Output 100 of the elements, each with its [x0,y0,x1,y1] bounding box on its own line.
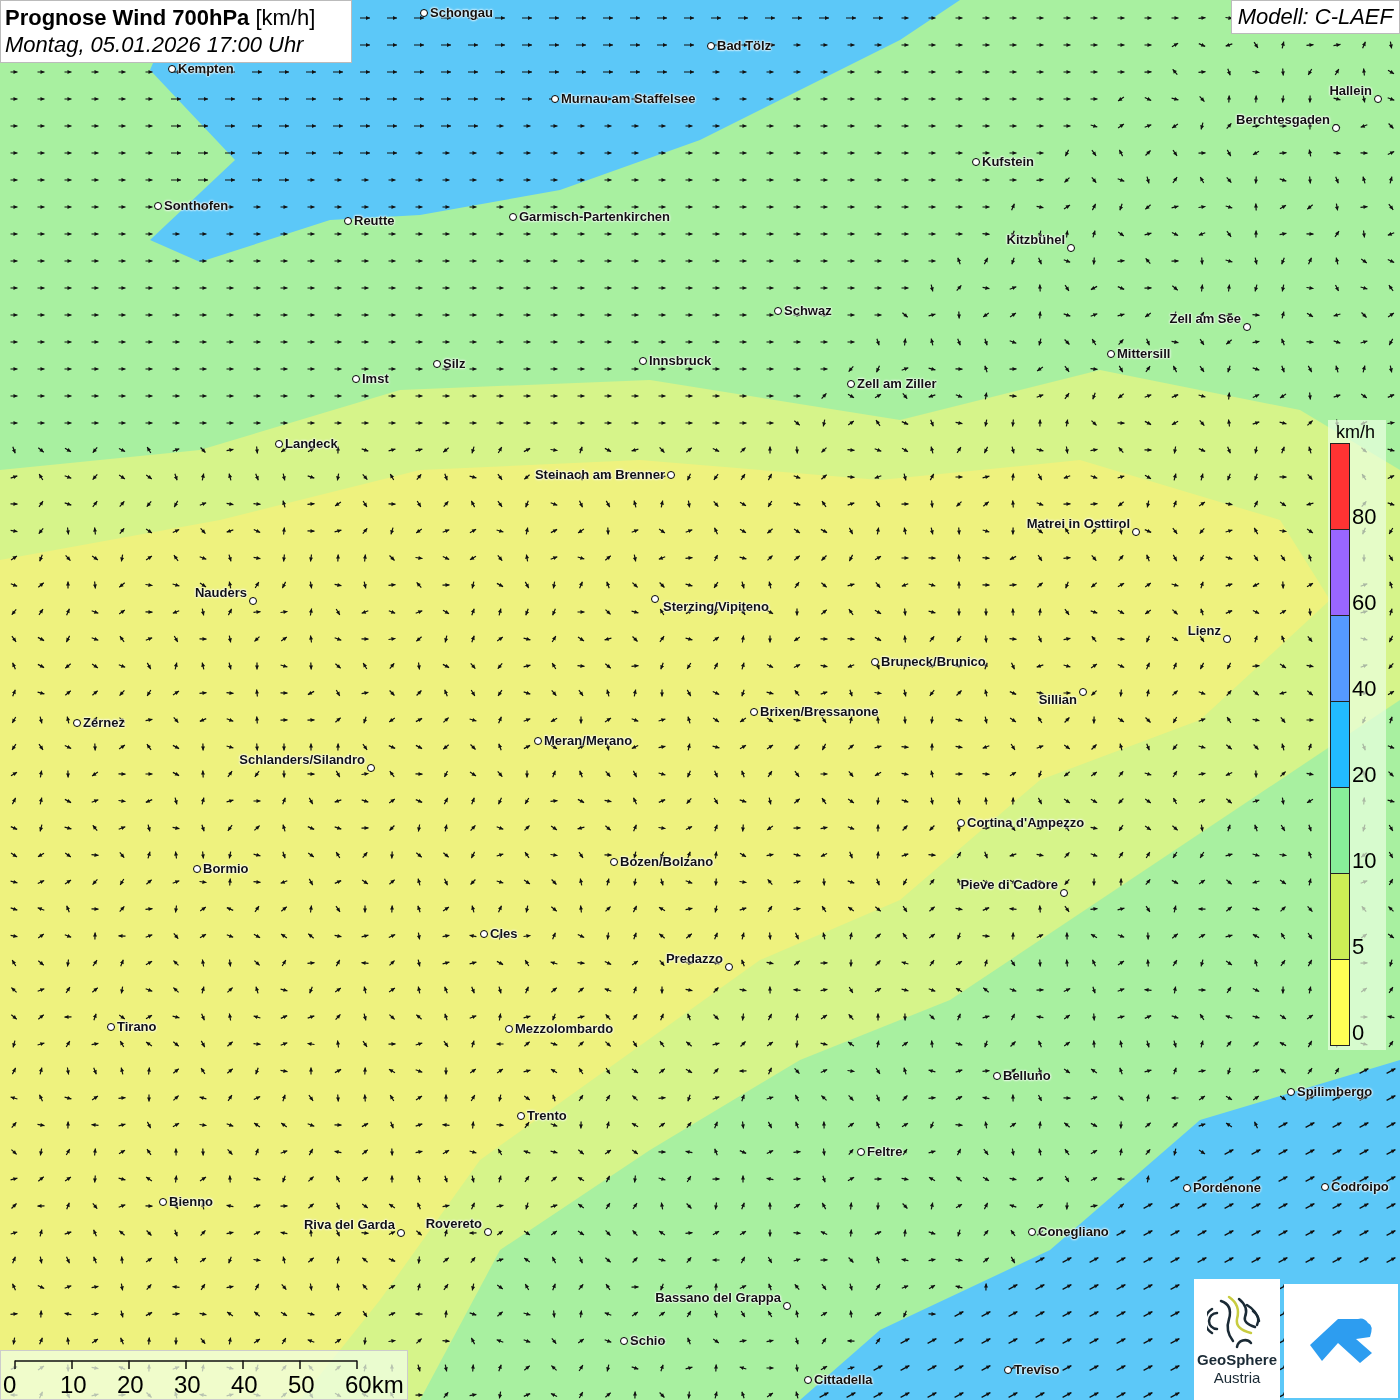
city-marker [397,1229,405,1237]
city-label: Bozen/Bolzano [620,854,714,869]
city-marker [505,1025,513,1033]
city-label: Pordenone [1193,1180,1261,1195]
city-marker [610,858,618,866]
city-label: Imst [362,371,389,386]
city-label: Sterzing/Vipiteno [663,599,769,614]
city-marker [1374,95,1382,103]
city-label: Mezzolombardo [515,1021,614,1036]
city-label: Silz [443,356,466,371]
city-marker [620,1337,628,1345]
city-label: Matrei in Osttirol [1026,516,1130,531]
city-label: Conegliano [1038,1224,1109,1239]
city-label: Zernez [83,715,125,730]
city-marker [344,217,352,225]
city-marker [551,95,559,103]
city-label: Reutte [354,213,395,228]
city-marker [420,9,428,17]
city-label: Mittersill [1117,346,1171,361]
city-marker [249,597,257,605]
city-label: Meran/Merano [544,733,633,748]
city-label: Sillian [1038,692,1077,707]
city-marker [1243,323,1251,331]
legend-value: 5 [1352,936,1365,958]
city-marker [1004,1366,1012,1374]
city-label: Cittadella [814,1372,873,1387]
city-label: Sonthofen [164,198,229,213]
city-marker [1287,1088,1295,1096]
city-label: Murnau am Staffelsee [561,91,696,106]
city-label: Lienz [1187,623,1221,638]
city-marker [639,357,647,365]
brand-name: GeoSphere [1197,1351,1277,1369]
city-label: Rovereto [425,1216,482,1231]
scale-value: 50 [288,1371,315,1399]
city-marker [517,1112,525,1120]
forecast-time: Montag, 05.01.2026 17:00 Uhr [5,32,305,58]
city-marker [484,1228,492,1236]
city-marker [972,158,980,166]
brand-country: Austria [1213,1369,1261,1387]
city-label: Cles [490,926,518,941]
city-marker [73,719,81,727]
city-marker [725,963,733,971]
city-marker [804,1376,812,1384]
city-label: Bassano del Grappa [655,1290,781,1305]
city-marker [1107,350,1115,358]
city-marker [871,658,879,666]
city-label: Brixen/Bressanone [760,704,879,719]
city-marker [193,865,201,873]
city-marker [154,202,162,210]
city-label: Garmisch-Partenkirchen [519,209,670,224]
city-marker [857,1148,865,1156]
legend-value: 40 [1352,678,1377,700]
city-label: Hallein [1329,83,1372,98]
city-label: Tirano [117,1019,157,1034]
scale-value: 30 [174,1371,201,1399]
city-marker [750,708,758,716]
city-marker [1060,889,1068,897]
city-marker [774,307,782,315]
city-marker [1067,244,1075,252]
city-marker [275,440,283,448]
city-marker [367,764,375,772]
city-marker [651,595,659,603]
city-label: Kempten [178,61,234,76]
scale-value: 0 [3,1371,17,1399]
scale-value: 10 [60,1371,87,1399]
city-label: Bormio [203,861,249,876]
city-marker [168,65,176,73]
city-marker [1223,635,1231,643]
city-label: Bienno [169,1194,214,1209]
city-marker [534,737,542,745]
city-marker [509,213,517,221]
city-label: Belluno [1003,1068,1051,1083]
city-label: Schlanders/Silandro [239,752,365,767]
scale-value: 20 [117,1371,144,1399]
city-label: Feltre [867,1144,903,1159]
city-label: Nauders [194,585,247,600]
city-label: Bruneck/Brunico [881,654,986,669]
city-marker [783,1302,791,1310]
legend-unit: km/h [1336,421,1375,444]
city-label: Spilimbergo [1297,1084,1373,1099]
city-marker [847,380,855,388]
city-marker [1028,1228,1036,1236]
city-label: Zell am See [1169,311,1241,326]
city-label: Pieve di Cadore [960,877,1058,892]
city-label: Codroipo [1331,1179,1389,1194]
city-marker [957,819,965,827]
city-label: Innsbruck [649,353,712,368]
city-label: Zell am Ziller [857,376,937,391]
city-marker [1132,528,1140,536]
legend-value: 20 [1352,764,1377,786]
city-marker [352,375,360,383]
city-marker [1079,688,1087,696]
city-marker [107,1023,115,1031]
legend-value: 0 [1352,1022,1365,1044]
city-label: Berchtesgaden [1236,112,1330,127]
city-marker [1321,1183,1329,1191]
city-marker [667,471,675,479]
legend-value: 10 [1352,850,1377,872]
city-marker [480,930,488,938]
city-label: Riva del Garda [303,1217,395,1232]
